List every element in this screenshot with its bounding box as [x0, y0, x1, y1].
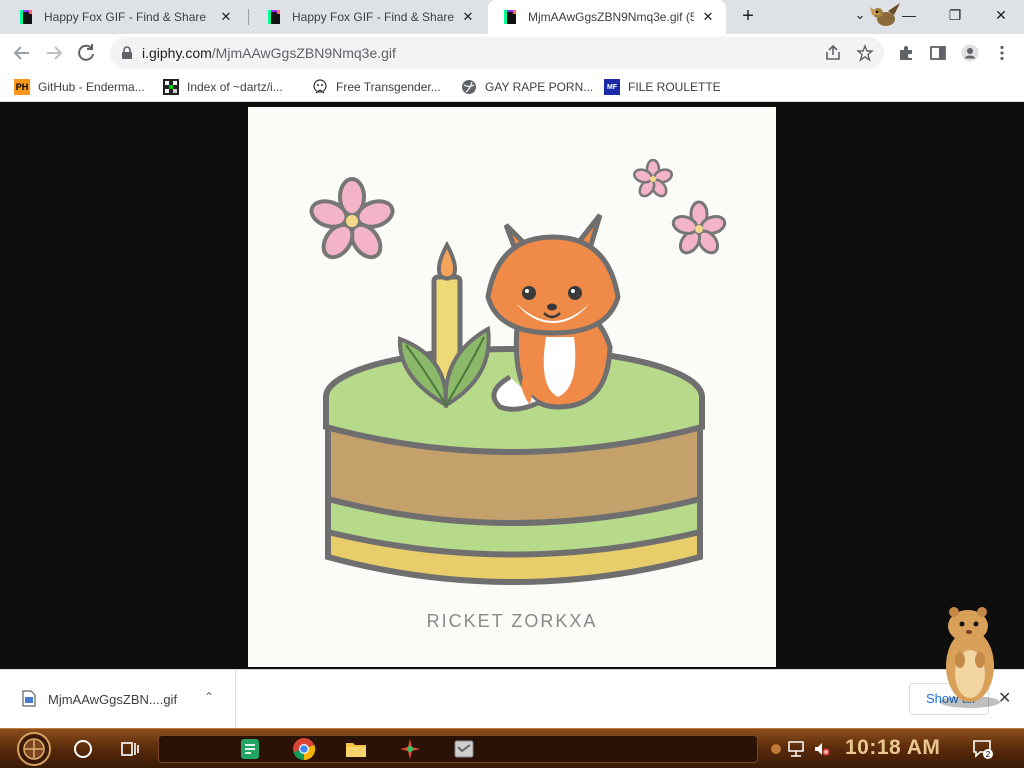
- extensions-puzzle-icon[interactable]: [897, 44, 915, 62]
- bookmarks-bar: PH GitHub - Enderma... Index of ~dartz/i…: [0, 72, 1024, 102]
- image-file-icon: [22, 690, 36, 707]
- flower-left: [309, 177, 395, 260]
- url-path: /MjmAAwGgsZBN9Nmq3e.gif: [211, 45, 396, 61]
- bookmark-globe[interactable]: GAY RAPE PORN...: [461, 77, 593, 97]
- giphy-favicon-icon: [20, 10, 32, 24]
- ph-bookmark-icon: PH: [14, 79, 30, 95]
- network-icon[interactable]: [786, 739, 806, 759]
- bookmark-label: GAY RAPE PORN...: [485, 80, 594, 94]
- bookmark-github[interactable]: PH GitHub - Enderma...: [14, 77, 145, 97]
- address-bar[interactable]: i.giphy.com/MjmAAwGgsZBN9Nmq3e.gif: [110, 37, 884, 69]
- taskbar-clock[interactable]: 10:18 AM: [845, 736, 940, 760]
- gif-image: RICKET ZORKXA: [248, 107, 776, 667]
- bookmark-star-icon[interactable]: [856, 44, 874, 62]
- flower-top-right: [632, 158, 674, 198]
- page-viewport: RICKET ZORKXA: [0, 103, 1024, 669]
- pixel-grid-icon: [163, 79, 179, 95]
- url-host: i.giphy.com: [142, 45, 212, 61]
- gray-app-icon[interactable]: [452, 737, 476, 761]
- mascot-bookmark-icon: [313, 79, 327, 94]
- back-arrow-icon[interactable]: [10, 41, 34, 65]
- window-close-button[interactable]: ✕: [978, 0, 1024, 34]
- notification-count: 2: [986, 750, 991, 759]
- share-icon[interactable]: [824, 44, 842, 62]
- sheets-app-icon[interactable]: [238, 737, 262, 761]
- chrome-app-icon[interactable]: [292, 737, 316, 761]
- bookmark-label: Free Transgender...: [336, 80, 441, 94]
- flower-right: [671, 200, 727, 255]
- giphy-favicon-icon: [504, 10, 516, 24]
- show-hidden-icons-icon[interactable]: [766, 739, 786, 759]
- lock-icon[interactable]: [120, 46, 134, 60]
- file-explorer-icon[interactable]: [344, 737, 368, 761]
- tab-title: Happy Fox GIF - Find & Share: [292, 10, 454, 24]
- tab-happy-fox-2[interactable]: Happy Fox GIF - Find & Share ✕: [252, 0, 486, 34]
- windows-taskbar: 10:18 AM 2: [0, 728, 1024, 768]
- start-button-icon[interactable]: [12, 731, 56, 767]
- side-panel-icon[interactable]: [929, 44, 947, 62]
- tab-close-icon[interactable]: ✕: [218, 9, 234, 25]
- more-menu-icon[interactable]: [993, 44, 1011, 62]
- browser-toolbar: i.giphy.com/MjmAAwGgsZBN9Nmq3e.gif: [0, 34, 1024, 72]
- new-tab-button[interactable]: +: [736, 5, 760, 29]
- tab-close-icon[interactable]: ✕: [700, 9, 716, 25]
- tab-close-icon[interactable]: ✕: [460, 9, 476, 25]
- colorful-app-icon[interactable]: [398, 737, 422, 761]
- reload-icon[interactable]: [74, 41, 98, 65]
- bookmark-label: GitHub - Enderma...: [38, 80, 145, 94]
- mf-bookmark-icon: MF: [604, 79, 620, 95]
- bookmark-free-transgender[interactable]: Free Transgender...: [312, 77, 441, 97]
- restore-button[interactable]: ❐: [932, 0, 978, 34]
- chevron-up-icon[interactable]: ⌃: [204, 690, 214, 704]
- tab-title: MjmAAwGgsZBN9Nmq3e.gif (5: [528, 10, 694, 24]
- tab-title: Happy Fox GIF - Find & Share: [44, 10, 207, 24]
- giphy-favicon-icon: [268, 10, 280, 24]
- tab-separator: [248, 9, 249, 25]
- download-filename: MjmAAwGgsZBN....gif: [48, 692, 178, 707]
- download-item[interactable]: MjmAAwGgsZBN....gif ⌃: [0, 670, 236, 728]
- globe-icon: [462, 80, 476, 94]
- notification-center-icon[interactable]: 2: [972, 738, 994, 760]
- bookmark-label: FILE ROULETTE: [628, 80, 721, 94]
- tab-happy-fox-1[interactable]: Happy Fox GIF - Find & Share ✕: [4, 0, 244, 34]
- fox-cake-illustration: [309, 158, 727, 585]
- url-text: i.giphy.com/MjmAAwGgsZBN9Nmq3e.gif: [142, 45, 396, 61]
- tab-gif-active[interactable]: MjmAAwGgsZBN9Nmq3e.gif (5 ✕: [488, 0, 726, 34]
- volume-muted-icon[interactable]: [812, 739, 832, 759]
- download-shelf: MjmAAwGgsZBN....gif ⌃ Show all ✕: [0, 669, 1024, 728]
- cortana-circle-icon[interactable]: [74, 740, 92, 758]
- bookmark-file-roulette[interactable]: MF FILE ROULETTE: [604, 77, 721, 97]
- profile-avatar-icon[interactable]: [961, 44, 979, 62]
- forward-arrow-icon[interactable]: [42, 41, 66, 65]
- bookmark-label: Index of ~dartz/i...: [187, 80, 283, 94]
- bookmark-index-dartz[interactable]: Index of ~dartz/i...: [163, 77, 283, 97]
- task-view-icon[interactable]: [120, 739, 140, 759]
- gif-watermark: RICKET ZORKXA: [426, 611, 598, 631]
- fox: [485, 213, 621, 412]
- minimize-button[interactable]: —: [886, 0, 932, 34]
- tab-strip: Happy Fox GIF - Find & Share ✕ Happy Fox…: [0, 0, 1024, 34]
- hamster-desktop-pet-icon[interactable]: [930, 600, 1010, 710]
